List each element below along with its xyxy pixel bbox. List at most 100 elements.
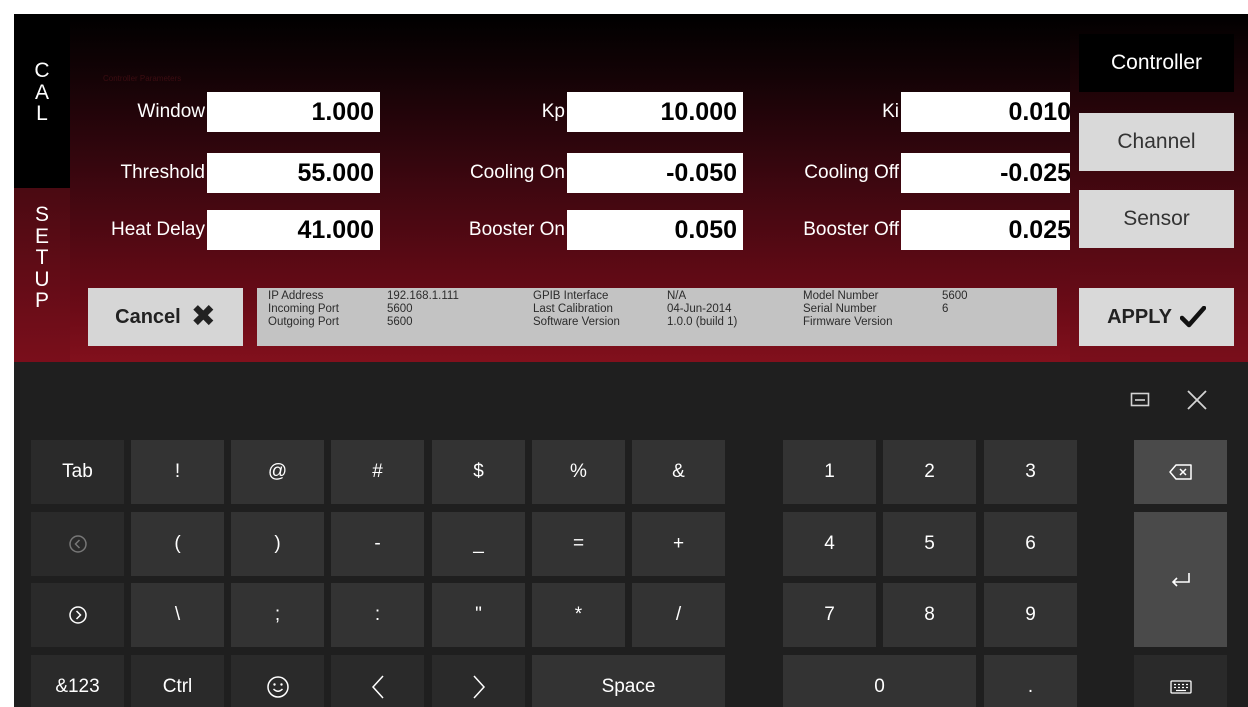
threshold-label: Threshold xyxy=(120,162,206,183)
software-version-value: 1.0.0 (build 1) xyxy=(667,316,738,328)
info-label: Firmware Version xyxy=(803,316,893,328)
key[interactable]: 2 xyxy=(883,440,976,504)
tab-setup[interactable]: S E T U P xyxy=(14,188,70,362)
key-tab[interactable]: Tab xyxy=(31,440,124,504)
key-right[interactable] xyxy=(31,583,124,647)
key[interactable]: 9 xyxy=(984,583,1077,647)
info-values-3: 5600 6 xyxy=(942,290,968,316)
key[interactable]: * xyxy=(532,583,625,647)
channel-button[interactable]: Channel xyxy=(1079,113,1234,171)
tab-setup-letter: U xyxy=(34,267,50,291)
apply-button[interactable]: APPLY xyxy=(1079,288,1234,346)
info-label: Outgoing Port xyxy=(268,316,339,328)
cancel-label: Cancel xyxy=(115,305,181,328)
cancel-button[interactable]: Cancel ✖ xyxy=(88,288,243,346)
key[interactable]: & xyxy=(632,440,725,504)
heat-delay-label: Heat Delay xyxy=(111,219,205,240)
checkmark-icon xyxy=(1179,306,1206,328)
key[interactable]: % xyxy=(532,440,625,504)
nav-column: Controller Channel Sensor APPLY xyxy=(1070,14,1248,362)
key[interactable]: = xyxy=(532,512,625,576)
booster-off-label: Booster Off xyxy=(803,219,899,240)
tab-setup-letter: P xyxy=(34,289,49,312)
info-values-1: 192.168.1.111 5600 5600 xyxy=(387,290,459,329)
info-label: GPIB Interface xyxy=(533,290,609,302)
tab-setup-letter: E xyxy=(34,224,49,248)
parameters-area: Controller Parameters Window 1.000 Thres… xyxy=(70,14,1077,362)
tab-setup-letter: T xyxy=(35,246,49,269)
key[interactable]: 6 xyxy=(984,512,1077,576)
key[interactable]: 5 xyxy=(883,512,976,576)
key[interactable]: 7 xyxy=(783,583,876,647)
key[interactable]: ( xyxy=(131,512,224,576)
key[interactable]: \ xyxy=(131,583,224,647)
key[interactable]: ; xyxy=(231,583,324,647)
emoji-key[interactable] xyxy=(231,655,324,707)
kp-label: Kp xyxy=(541,101,565,122)
heat-delay-field[interactable]: 41.000 xyxy=(207,210,380,250)
window-label: Window xyxy=(137,101,205,122)
info-label: Last Calibration xyxy=(533,303,613,315)
key[interactable]: 0 xyxy=(783,655,976,707)
key[interactable]: # xyxy=(331,440,424,504)
enter-key[interactable] xyxy=(1134,512,1227,647)
ki-label: Ki xyxy=(882,101,899,122)
key[interactable]: / xyxy=(632,583,725,647)
sensor-button[interactable]: Sensor xyxy=(1079,190,1234,248)
ki-field[interactable]: 0.010 xyxy=(901,92,1077,132)
controller-button[interactable]: Controller xyxy=(1079,34,1234,92)
cooling-on-field[interactable]: -0.050 xyxy=(567,153,743,193)
gpib-interface-value: N/A xyxy=(667,290,687,302)
space-key[interactable]: Space xyxy=(532,655,725,707)
info-labels-1: IP Address Incoming Port Outgoing Port xyxy=(268,290,339,329)
key[interactable]: 1 xyxy=(783,440,876,504)
key[interactable]: ! xyxy=(131,440,224,504)
key[interactable]: " xyxy=(432,583,525,647)
key[interactable]: 8 xyxy=(883,583,976,647)
booster-off-field[interactable]: 0.025 xyxy=(901,210,1077,250)
key[interactable]: 3 xyxy=(984,440,1077,504)
keyboard-icon xyxy=(1169,680,1192,694)
key[interactable]: $ xyxy=(432,440,525,504)
close-icon: ✖ xyxy=(190,300,216,333)
key[interactable]: ) xyxy=(231,512,324,576)
smiley-icon xyxy=(266,676,289,698)
info-values-2: N/A 04-Jun-2014 1.0.0 (build 1) xyxy=(667,290,737,329)
info-label: IP Address xyxy=(268,290,324,302)
window-field[interactable]: 1.000 xyxy=(207,92,380,132)
last-calibration-value: 04-Jun-2014 xyxy=(667,303,732,315)
key-left-disabled[interactable] xyxy=(31,512,124,576)
key-cursor-right[interactable] xyxy=(432,655,525,707)
key-ctrl[interactable]: Ctrl xyxy=(131,655,224,707)
keyboard-settings-key[interactable] xyxy=(1134,655,1227,707)
circle-right-icon xyxy=(68,606,87,624)
key-cursor-left[interactable] xyxy=(331,655,424,707)
key[interactable]: + xyxy=(632,512,725,576)
key[interactable]: : xyxy=(331,583,424,647)
apply-label: APPLY xyxy=(1107,305,1172,328)
kp-field[interactable]: 10.000 xyxy=(567,92,743,132)
key[interactable]: - xyxy=(331,512,424,576)
device-info: IP Address Incoming Port Outgoing Port 1… xyxy=(257,288,1057,346)
tab-cal[interactable]: C A L xyxy=(14,14,70,188)
keyboard-dock-icon[interactable] xyxy=(1130,390,1150,413)
enter-icon xyxy=(1171,572,1190,587)
cooling-off-field[interactable]: -0.025 xyxy=(901,153,1077,193)
backspace-key[interactable] xyxy=(1134,440,1227,504)
close-icon[interactable] xyxy=(1186,389,1208,416)
info-labels-2: GPIB Interface Last Calibration Software… xyxy=(533,290,620,329)
app-window: C A L S E T U P Controller Parameters Wi… xyxy=(14,14,1248,707)
outgoing-port-value: 5600 xyxy=(387,316,413,328)
key[interactable]: _ xyxy=(432,512,525,576)
tab-cal-letter: L xyxy=(36,102,48,125)
booster-on-field[interactable]: 0.050 xyxy=(567,210,743,250)
booster-on-label: Booster On xyxy=(468,219,565,240)
threshold-field[interactable]: 55.000 xyxy=(207,153,380,193)
key[interactable]: @ xyxy=(231,440,324,504)
model-number-value: 5600 xyxy=(942,290,968,302)
key[interactable]: . xyxy=(984,655,1077,707)
key[interactable]: 4 xyxy=(783,512,876,576)
chevron-left-icon xyxy=(371,675,384,699)
key-symbols-toggle[interactable]: &123 xyxy=(31,655,124,707)
info-labels-3: Model Number Serial Number Firmware Vers… xyxy=(803,290,892,329)
